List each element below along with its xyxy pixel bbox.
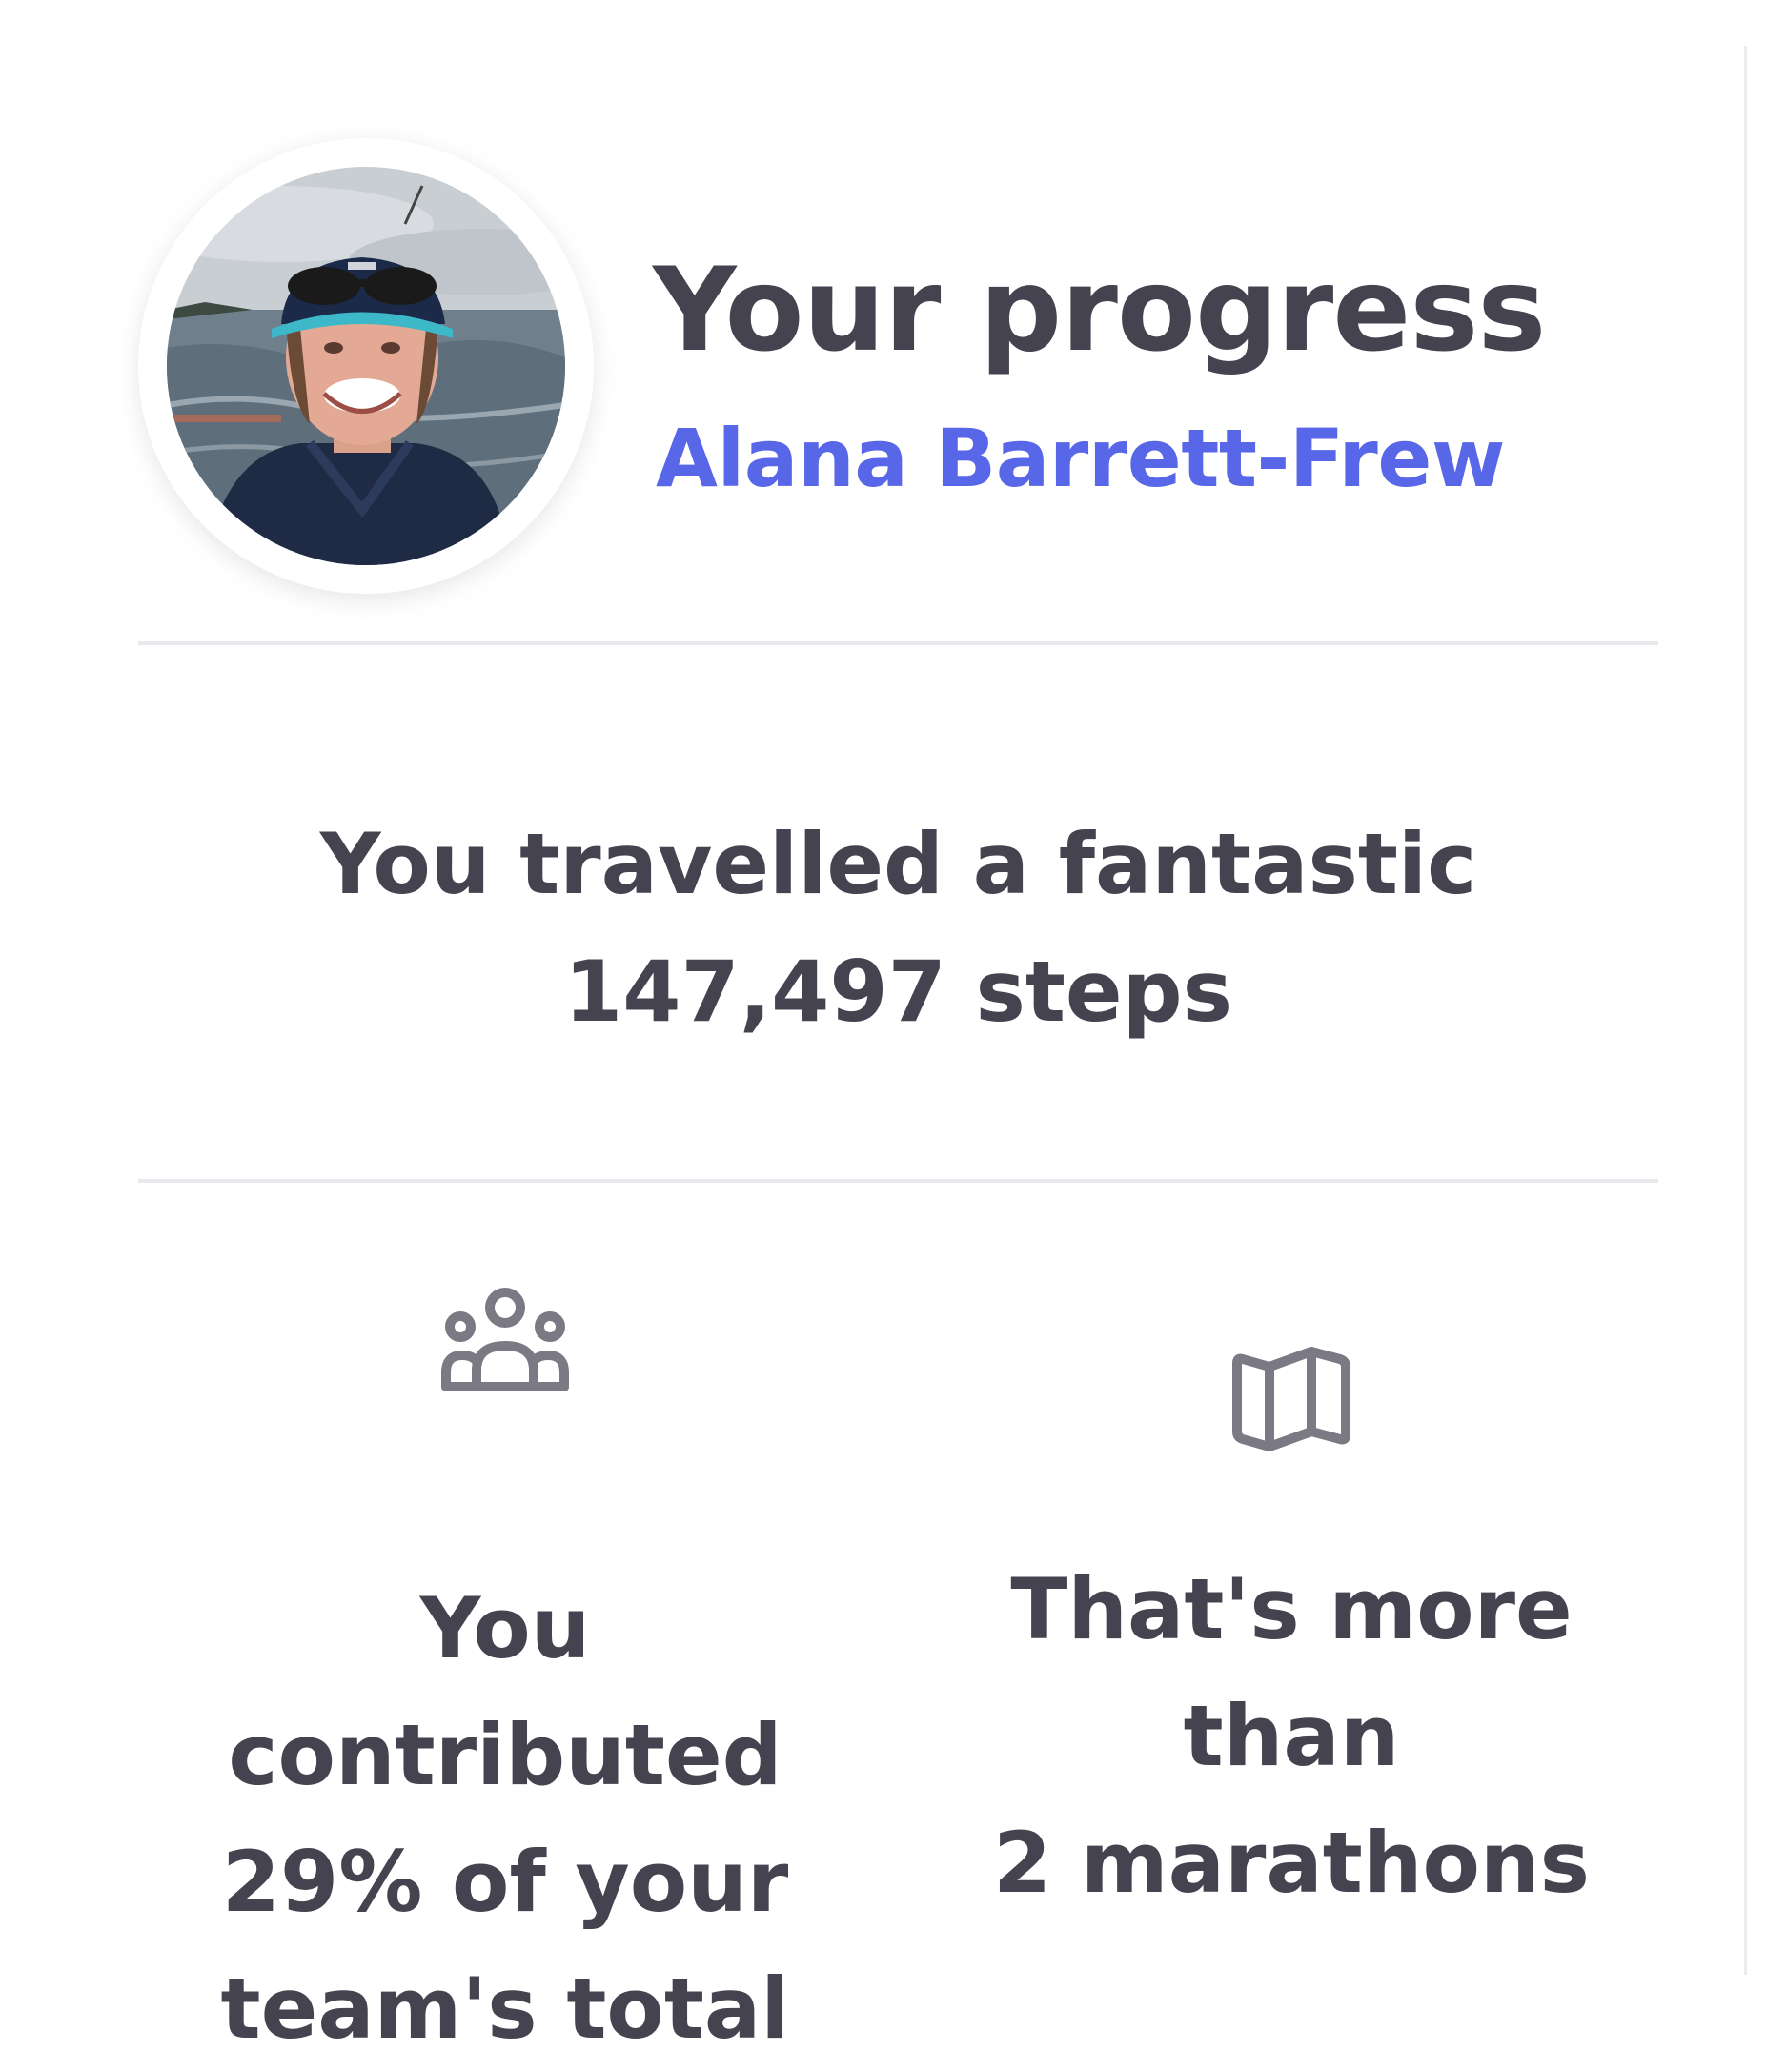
user-name[interactable]: Alana Barrett-Frew — [656, 412, 1505, 505]
steps-summary: You travelled a fantastic 147,497 steps — [138, 801, 1658, 1056]
stat-line: 2 marathons — [993, 1814, 1590, 1912]
stat-line: You contributed — [228, 1579, 782, 1804]
divider — [138, 641, 1658, 645]
divider — [138, 1179, 1658, 1183]
right-border — [1744, 46, 1747, 1975]
team-contribution-stat: You contributed 29% of your team's total — [138, 1287, 872, 2072]
marathon-stat: That's more than 2 marathons — [896, 1287, 1687, 1926]
page-title: Your progress — [653, 243, 1546, 377]
steps-summary-line: You travelled a fantastic — [319, 815, 1477, 913]
steps-count: 147,497 steps — [564, 943, 1232, 1041]
team-icon — [441, 1288, 569, 1391]
stat-line: team's total — [220, 1960, 790, 2058]
stat-line: That's more than — [1010, 1560, 1573, 1785]
avatar-photo — [167, 167, 565, 565]
stat-line: 29% of your — [221, 1833, 789, 1931]
progress-header: Your progress Alana Barrett-Frew — [138, 138, 1663, 596]
map-icon — [1232, 1347, 1350, 1451]
avatar-image — [167, 167, 565, 565]
avatar — [138, 138, 594, 594]
